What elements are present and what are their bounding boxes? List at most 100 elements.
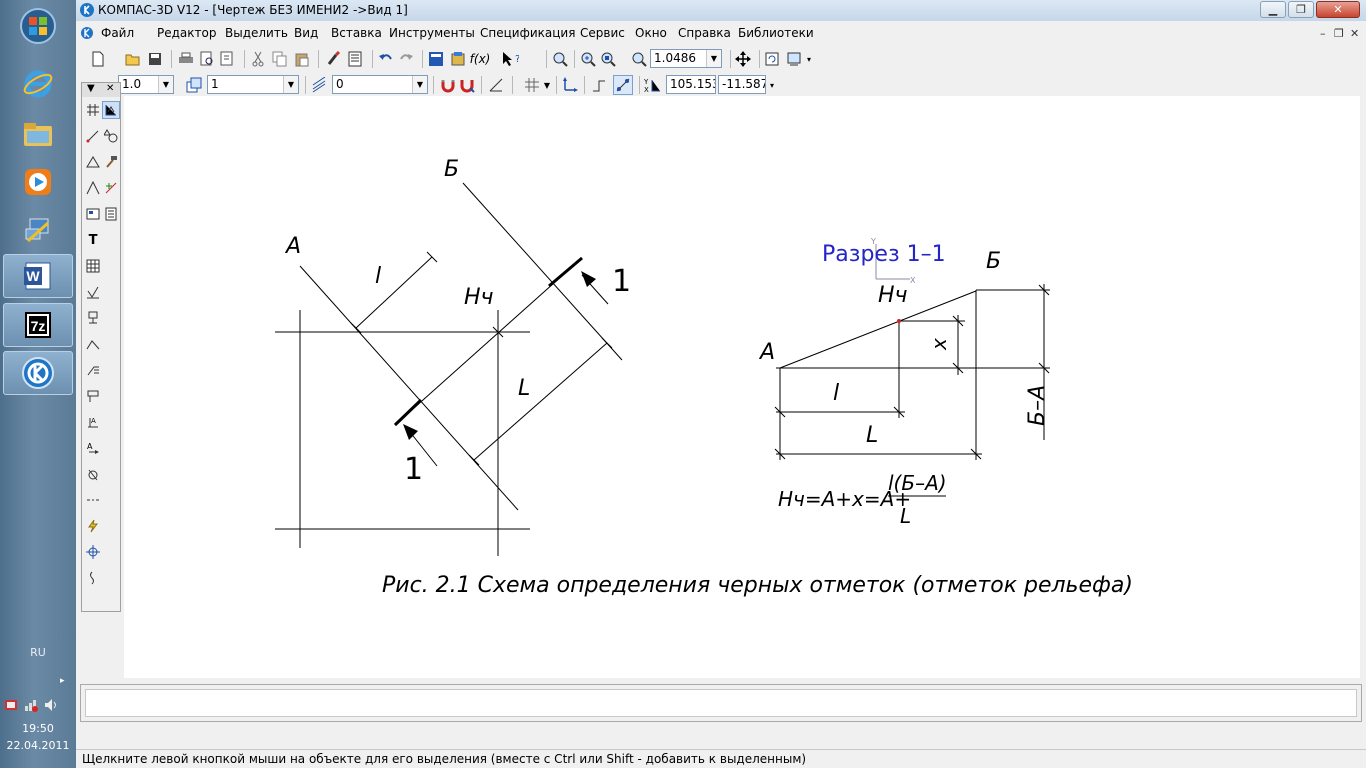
- edit-tool[interactable]: [84, 153, 102, 171]
- local-snap-button[interactable]: [457, 75, 477, 95]
- coord-y-field[interactable]: -11.587: [718, 75, 766, 94]
- doc-close-icon[interactable]: ✕: [1350, 27, 1359, 40]
- redo-button[interactable]: [396, 49, 416, 69]
- axis-line-tool[interactable]: [84, 491, 102, 509]
- network-status-icon[interactable]: [24, 698, 38, 712]
- doc-minimize-icon[interactable]: –: [1320, 27, 1326, 40]
- form-tolerance-tool[interactable]: [84, 387, 102, 405]
- local-cs-button[interactable]: [560, 75, 580, 95]
- chevron-down-icon[interactable]: ▼: [283, 76, 298, 93]
- minimize-button[interactable]: ▁: [1260, 1, 1286, 18]
- taskbar-explorer-button[interactable]: [3, 112, 73, 156]
- properties-panel-content[interactable]: [85, 689, 1357, 717]
- menu-tools[interactable]: Инструменты: [389, 26, 475, 40]
- measure-tool[interactable]: [84, 179, 102, 197]
- menu-file[interactable]: Файл: [101, 26, 134, 40]
- selection-tool[interactable]: [102, 179, 120, 197]
- scale-combo[interactable]: 1.0 ▼: [118, 75, 174, 94]
- help-button[interactable]: ?: [500, 49, 520, 69]
- taskbar-ie-button[interactable]: [3, 62, 73, 106]
- zoom-window-button[interactable]: [578, 49, 598, 69]
- chevron-down-icon[interactable]: ▼: [412, 76, 427, 93]
- menu-window[interactable]: Окно: [635, 26, 667, 40]
- zoom-region-button[interactable]: [550, 49, 570, 69]
- zoom-scale-button[interactable]: [629, 49, 649, 69]
- libraries-button[interactable]: [448, 49, 468, 69]
- point-tool[interactable]: [84, 127, 102, 145]
- reports-tool[interactable]: [102, 205, 120, 223]
- manager-button[interactable]: [426, 49, 446, 69]
- taskbar-network-button[interactable]: [3, 208, 73, 252]
- taskbar-7zip-button[interactable]: 7z: [3, 303, 73, 347]
- roughness-tool[interactable]: [84, 283, 102, 301]
- parametrize-tool[interactable]: [102, 153, 120, 171]
- copy-button[interactable]: [270, 49, 290, 69]
- tray-expand-icon[interactable]: ▸: [60, 676, 65, 686]
- refresh-view-button[interactable]: [762, 49, 782, 69]
- spec-tool[interactable]: [84, 205, 102, 223]
- new-document-button[interactable]: [88, 49, 108, 69]
- title-bar[interactable]: КОМПАС-3D V12 - [Чертеж БЕЗ ИМЕНИ2 ->Вид…: [76, 0, 1366, 21]
- taskbar-kompas-button[interactable]: [3, 351, 73, 395]
- format-painter-button[interactable]: [324, 49, 344, 69]
- clock[interactable]: 19:50 22.04.2011: [0, 720, 76, 754]
- drawing-area[interactable]: Y X Б А l Нч 1 L 1 Разрез 1–1 Б Нч А x l…: [124, 96, 1360, 678]
- chevron-down-icon[interactable]: ▼: [158, 76, 173, 93]
- style-button[interactable]: [309, 75, 329, 95]
- print-setup-button[interactable]: [217, 49, 237, 69]
- layer-state-button[interactable]: [184, 75, 204, 95]
- menu-service[interactable]: Сервис: [580, 26, 625, 40]
- panel-menu-icon[interactable]: ▼: [87, 83, 95, 94]
- snap-button[interactable]: [438, 75, 458, 95]
- drawing-sheet[interactable]: Y X Б А l Нч 1 L 1 Разрез 1–1 Б Нч А x l…: [124, 96, 1360, 678]
- dimensions-tab[interactable]: [102, 101, 120, 119]
- show-all-button[interactable]: [784, 49, 804, 69]
- restore-button[interactable]: ❐: [1288, 1, 1314, 18]
- panel-close-icon[interactable]: ✕: [106, 83, 114, 94]
- wave-tool[interactable]: [84, 465, 102, 483]
- ecp-tool[interactable]: [84, 517, 102, 535]
- menu-help[interactable]: Справка: [678, 26, 731, 40]
- menu-editor[interactable]: Редактор: [157, 26, 216, 40]
- text-tool[interactable]: T: [84, 231, 102, 249]
- layer-combo[interactable]: 1 ▼: [207, 75, 299, 94]
- menu-libraries[interactable]: Библиотеки: [738, 26, 814, 40]
- preview-button[interactable]: [197, 49, 217, 69]
- zoom-combo[interactable]: 1.0486 ▼: [650, 49, 722, 68]
- menu-view[interactable]: Вид: [294, 26, 318, 40]
- table-tool[interactable]: [84, 257, 102, 275]
- leader-tool[interactable]: [84, 335, 102, 353]
- position-tool[interactable]: [84, 361, 102, 379]
- chevron-down-icon[interactable]: ▼: [706, 50, 721, 67]
- style-combo[interactable]: 0 ▼: [332, 75, 428, 94]
- open-button[interactable]: [123, 49, 143, 69]
- close-button[interactable]: ✕: [1316, 1, 1360, 18]
- symbols-tool[interactable]: [102, 127, 120, 145]
- view-arrow-tool[interactable]: A: [84, 439, 102, 457]
- volume-icon[interactable]: [44, 698, 58, 712]
- ortho-mode-button[interactable]: [589, 75, 609, 95]
- parametric-mode-button[interactable]: [613, 75, 633, 95]
- doc-restore-icon[interactable]: ❐: [1334, 27, 1344, 40]
- properties-button[interactable]: [345, 49, 365, 69]
- paste-button[interactable]: [292, 49, 312, 69]
- taskbar-media-button[interactable]: [3, 160, 73, 204]
- cut-line-tool[interactable]: A: [84, 413, 102, 431]
- geometry-tab[interactable]: [84, 101, 102, 119]
- save-button[interactable]: [145, 49, 165, 69]
- cut-button[interactable]: [248, 49, 268, 69]
- language-indicator[interactable]: RU: [0, 646, 76, 659]
- print-button[interactable]: [176, 49, 196, 69]
- menu-specification[interactable]: Спецификация: [480, 26, 575, 40]
- menu-insert[interactable]: Вставка: [331, 26, 382, 40]
- grid-button[interactable]: [522, 75, 542, 95]
- base-tool[interactable]: [84, 309, 102, 327]
- variables-button[interactable]: f(x): [470, 49, 491, 69]
- ortho-button[interactable]: [486, 75, 506, 95]
- start-button[interactable]: [3, 4, 73, 48]
- zoom-all-button[interactable]: [598, 49, 618, 69]
- break-line-tool[interactable]: [84, 569, 102, 587]
- menu-select[interactable]: Выделить: [225, 26, 288, 40]
- pan-button[interactable]: [733, 49, 753, 69]
- center-mark-tool[interactable]: [84, 543, 102, 561]
